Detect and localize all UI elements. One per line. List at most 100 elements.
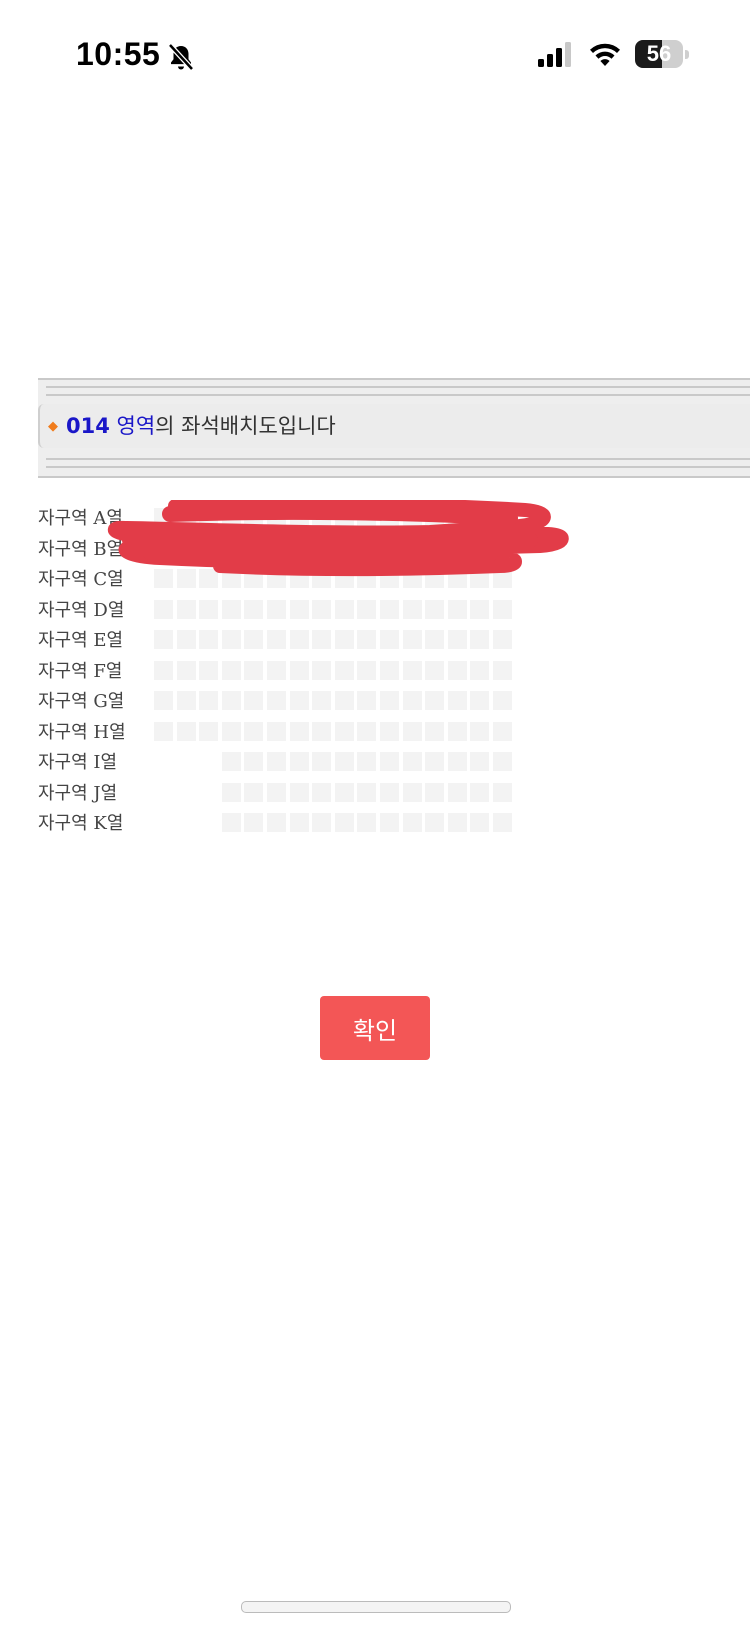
seat[interactable] [199,599,219,619]
seat[interactable] [425,752,445,771]
seat[interactable] [425,630,445,649]
home-indicator[interactable] [241,1601,511,1613]
seat[interactable] [244,813,264,832]
seat[interactable] [447,813,467,832]
seat[interactable] [289,752,309,771]
seat[interactable] [493,813,512,832]
seat[interactable] [493,782,512,802]
seat[interactable] [176,660,196,680]
seat[interactable] [289,599,309,619]
seat[interactable] [154,599,173,619]
seat[interactable] [312,599,332,619]
seat[interactable] [199,721,219,741]
seat[interactable] [447,782,467,802]
seat[interactable] [154,691,173,710]
seat[interactable] [221,660,241,680]
seat[interactable] [357,599,377,619]
seat[interactable] [334,752,354,771]
seat[interactable] [402,752,422,771]
seat[interactable] [221,721,241,741]
seat[interactable] [470,813,490,832]
seat[interactable] [289,782,309,802]
seat[interactable] [289,691,309,710]
seat[interactable] [312,721,332,741]
seat[interactable] [470,782,490,802]
seat[interactable] [199,691,219,710]
seat[interactable] [267,660,286,680]
seat[interactable] [357,721,377,741]
seat[interactable] [221,813,241,832]
seat[interactable] [221,691,241,710]
seat[interactable] [289,660,309,680]
seat[interactable] [402,721,422,741]
seat[interactable] [267,630,286,649]
seat[interactable] [267,599,286,619]
seat[interactable] [244,630,264,649]
seat[interactable] [447,691,467,710]
seat[interactable] [425,691,445,710]
seat[interactable] [493,752,512,771]
seat[interactable] [289,630,309,649]
seat[interactable] [244,691,264,710]
seat[interactable] [244,660,264,680]
seat[interactable] [425,660,445,680]
seat[interactable] [380,813,399,832]
seat[interactable] [334,813,354,832]
seat[interactable] [312,752,332,771]
seat[interactable] [334,630,354,649]
seat[interactable] [154,630,173,649]
seat[interactable] [334,691,354,710]
seat[interactable] [289,813,309,832]
seat[interactable] [425,782,445,802]
seat[interactable] [493,660,512,680]
seat[interactable] [289,721,309,741]
seat[interactable] [334,660,354,680]
seat[interactable] [176,630,196,649]
seat[interactable] [493,721,512,741]
seat[interactable] [447,599,467,619]
seat[interactable] [402,660,422,680]
seat[interactable] [493,630,512,649]
seat[interactable] [267,752,286,771]
seat[interactable] [380,599,399,619]
seat[interactable] [312,813,332,832]
seat[interactable] [267,721,286,741]
seat[interactable] [357,630,377,649]
seat[interactable] [244,782,264,802]
seat[interactable] [312,630,332,649]
seat[interactable] [402,691,422,710]
seat[interactable] [357,782,377,802]
seat[interactable] [154,660,173,680]
seat[interactable] [493,599,512,619]
seat[interactable] [221,752,241,771]
seat[interactable] [447,721,467,741]
seat[interactable] [267,813,286,832]
seat[interactable] [334,721,354,741]
seat[interactable] [470,630,490,649]
seat[interactable] [176,721,196,741]
seat[interactable] [470,691,490,710]
seat[interactable] [425,721,445,741]
seat[interactable] [199,660,219,680]
seat[interactable] [470,599,490,619]
seat[interactable] [244,752,264,771]
seat[interactable] [267,782,286,802]
seat[interactable] [380,721,399,741]
seat[interactable] [244,599,264,619]
seat[interactable] [176,599,196,619]
seat[interactable] [267,691,286,710]
seat[interactable] [357,660,377,680]
seat[interactable] [380,752,399,771]
seat[interactable] [244,721,264,741]
seat[interactable] [357,813,377,832]
seat[interactable] [221,782,241,802]
seat[interactable] [402,599,422,619]
seat[interactable] [447,660,467,680]
seat[interactable] [380,782,399,802]
seat[interactable] [380,691,399,710]
seat[interactable] [380,630,399,649]
seat[interactable] [447,630,467,649]
seat[interactable] [425,599,445,619]
seat[interactable] [312,691,332,710]
seat[interactable] [402,630,422,649]
